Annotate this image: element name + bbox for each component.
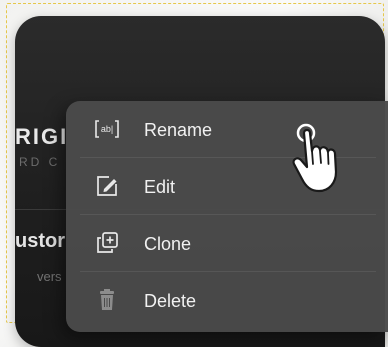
background-subtitle: RD C [19, 155, 61, 169]
menu-item-rename[interactable]: ab| Rename [66, 101, 388, 158]
clone-icon [97, 232, 118, 253]
edit-pencil-icon [97, 176, 117, 196]
background-title: RIGI [15, 124, 69, 149]
trash-icon [100, 289, 114, 310]
menu-item-label: Rename [144, 120, 213, 140]
background-subtext: vers [37, 269, 62, 284]
svg-text:ab|: ab| [101, 124, 113, 134]
menu-item-label: Edit [144, 177, 176, 197]
menu-item-clone[interactable]: Clone [66, 215, 388, 272]
background-heading: ustor [15, 230, 65, 252]
menu-item-delete[interactable]: Delete [66, 272, 388, 329]
menu-item-label: Delete [144, 291, 197, 311]
menu-item-edit[interactable]: Edit [66, 158, 388, 215]
menu-item-label: Clone [144, 234, 192, 254]
context-menu: ab| Rename Edit Clone Delete [66, 101, 388, 332]
rename-field-icon: ab| [95, 120, 119, 138]
